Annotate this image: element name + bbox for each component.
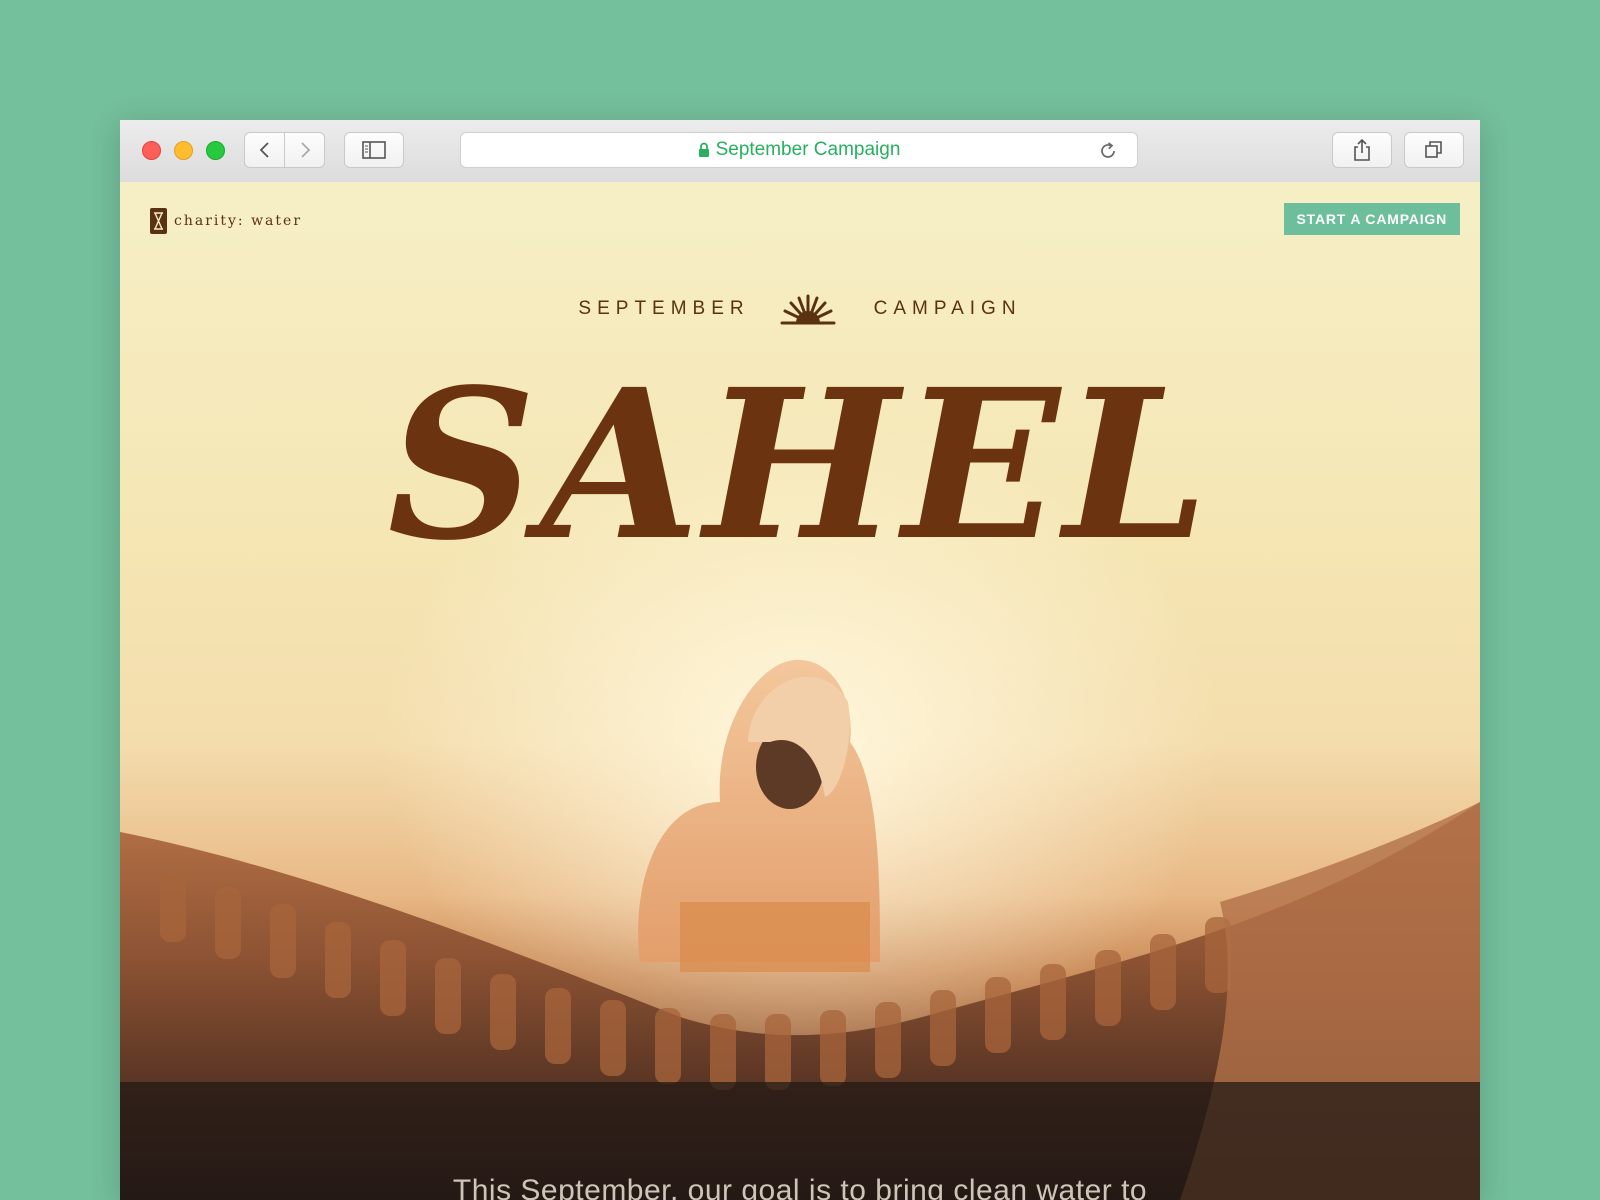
campaign-page: charity: water START A CAMPAIGN SEPTEMBE…: [120, 182, 1480, 1200]
back-button[interactable]: [244, 132, 285, 168]
reload-icon[interactable]: [1097, 140, 1119, 162]
browser-toolbar: September Campaign: [120, 120, 1480, 183]
minimize-window-button[interactable]: [174, 141, 193, 160]
logo-text: charity: water: [174, 213, 303, 229]
hero-photo: [120, 659, 1480, 1200]
sunrise-icon: [780, 294, 836, 325]
hero-title: SAHEL: [387, 344, 1213, 586]
close-window-button[interactable]: [142, 141, 161, 160]
browser-window: September Campaign charity: water START …: [120, 120, 1480, 1200]
share-icon: [1354, 138, 1370, 161]
tabs-overview-button[interactable]: [1404, 132, 1464, 168]
lock-icon: [698, 142, 709, 157]
charity-water-logo[interactable]: charity: water: [150, 208, 302, 234]
jerrycan-icon: [150, 208, 167, 234]
tabs-icon: [1425, 141, 1442, 158]
chevron-left-icon: [259, 142, 269, 158]
woman-figure: [638, 659, 880, 972]
page-title: September Campaign: [715, 139, 901, 160]
forward-button[interactable]: [284, 132, 325, 168]
sidebar-icon: [362, 141, 386, 159]
chevron-right-icon: [300, 142, 310, 158]
zoom-window-button[interactable]: [206, 141, 225, 160]
eyebrow-left-text: SEPTEMBER: [578, 298, 750, 319]
campaign-eyebrow: SEPTEMBER CAMPAIGN: [120, 292, 1480, 326]
eyebrow-right-text: CAMPAIGN: [873, 298, 1022, 319]
sidebar-button[interactable]: [344, 132, 404, 168]
address-bar[interactable]: September Campaign: [460, 132, 1138, 168]
start-campaign-button[interactable]: START A CAMPAIGN: [1283, 203, 1460, 235]
share-button[interactable]: [1332, 132, 1392, 168]
intro-text: This September, our goal is to bring cle…: [452, 1174, 1148, 1200]
